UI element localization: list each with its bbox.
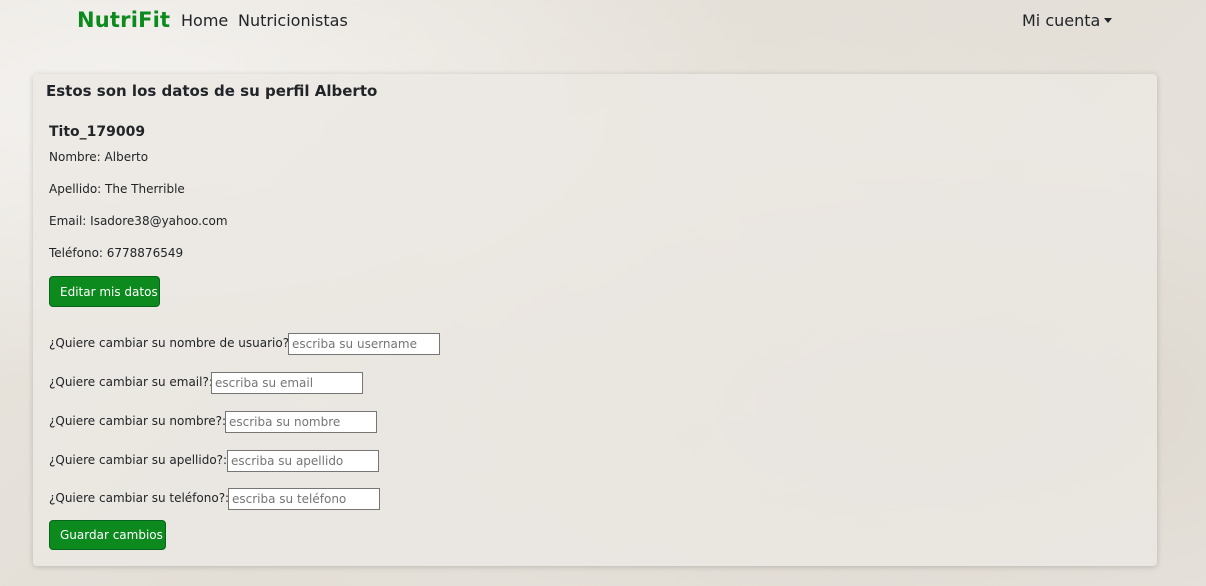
profile-username: Tito_179009 <box>49 124 146 140</box>
profile-card: Estos son los datos de su perfil Alberto… <box>33 74 1157 566</box>
nav-link-nutricionistas[interactable]: Nutricionistas <box>238 11 348 30</box>
profile-title: Estos son los datos de su perfil Alberto <box>46 82 378 100</box>
username-input[interactable] <box>288 333 440 355</box>
telefono-input[interactable] <box>228 488 380 510</box>
save-changes-button[interactable]: Guardar cambios <box>49 520 166 550</box>
telefono-field-label: ¿Quiere cambiar su teléfono?: <box>49 491 230 505</box>
nav-link-home[interactable]: Home <box>181 11 228 30</box>
nombre-input[interactable] <box>225 411 377 433</box>
brand-logo[interactable]: NutriFit <box>77 8 170 32</box>
profile-email: Email: Isadore38@yahoo.com <box>49 214 228 228</box>
email-field-label: ¿Quiere cambiar su email?: <box>49 375 213 389</box>
profile-apellido: Apellido: The Therrible <box>49 182 185 196</box>
top-navbar: NutriFit Home Nutricionistas Mi cuenta <box>0 0 1206 44</box>
nombre-field-label: ¿Quiere cambiar su nombre?: <box>49 414 227 428</box>
edit-data-button[interactable]: Editar mis datos <box>49 276 160 307</box>
apellido-input[interactable] <box>227 450 379 472</box>
profile-telefono: Teléfono: 6778876549 <box>49 246 184 260</box>
profile-nombre: Nombre: Alberto <box>49 150 149 164</box>
username-field-label: ¿Quiere cambiar su nombre de usuario?: <box>49 336 294 350</box>
caret-down-icon <box>1104 18 1113 23</box>
account-dropdown[interactable]: Mi cuenta <box>1022 11 1113 30</box>
email-input[interactable] <box>211 372 363 394</box>
apellido-field-label: ¿Quiere cambiar su apellido?: <box>49 453 228 467</box>
account-label: Mi cuenta <box>1022 11 1101 30</box>
